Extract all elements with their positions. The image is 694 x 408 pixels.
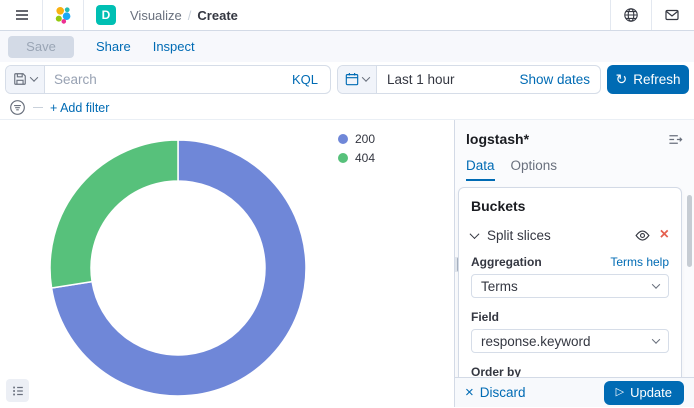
elastic-logo-icon[interactable]: [51, 3, 75, 27]
legend-label-404: 404: [355, 151, 375, 165]
field-value: response.keyword: [481, 334, 591, 349]
chevron-down-icon: [652, 280, 660, 288]
time-range-value[interactable]: Last 1 hour: [377, 66, 509, 93]
tab-options[interactable]: Options: [511, 158, 558, 181]
filter-bar: + Add filter: [0, 96, 694, 120]
panel-header: logstash*: [455, 120, 694, 148]
list-icon: [11, 384, 25, 398]
panel-tabs: Data Options: [455, 148, 694, 181]
chevron-down-icon: [30, 73, 38, 81]
filter-bar-divider: [33, 107, 43, 108]
navbar-divider: [610, 0, 611, 30]
update-button[interactable]: ▷ Update: [604, 381, 684, 405]
show-dates-button[interactable]: Show dates: [509, 66, 600, 93]
quick-select-menu[interactable]: [338, 66, 377, 93]
space-badge[interactable]: D: [96, 5, 116, 25]
date-picker-group: Last 1 hour Show dates: [337, 65, 601, 94]
terms-help-link[interactable]: Terms help: [610, 255, 669, 269]
donut-chart[interactable]: [48, 138, 308, 398]
index-pattern-title: logstash*: [466, 131, 529, 147]
split-slices-accordion[interactable]: Split slices ×: [471, 227, 669, 243]
add-filter-button[interactable]: + Add filter: [50, 101, 109, 115]
filter-icon[interactable]: [8, 99, 26, 117]
field-label: Field: [471, 310, 499, 324]
breadcrumb-create: Create: [197, 8, 237, 23]
calendar-icon: [345, 72, 359, 86]
aggregation-label: Aggregation: [471, 255, 542, 269]
breadcrumb-separator: /: [188, 8, 192, 23]
field-select[interactable]: response.keyword: [471, 329, 669, 353]
remove-bucket-icon[interactable]: ×: [660, 227, 669, 243]
vis-editor-panel: logstash* Data Options Buckets Split sli…: [454, 120, 694, 407]
legend-toggle-button[interactable]: [6, 379, 29, 402]
tab-data[interactable]: Data: [466, 158, 495, 181]
collapse-panel-icon[interactable]: [666, 130, 684, 148]
panel-resize-handle[interactable]: [454, 257, 458, 272]
kql-toggle[interactable]: KQL: [280, 66, 330, 93]
main-content: 200 404: [0, 120, 694, 407]
legend-dot-200: [338, 134, 348, 144]
panel-footer: × Discard ▷ Update: [455, 377, 694, 407]
visualization-area: 200 404: [0, 120, 454, 407]
eye-icon[interactable]: [635, 228, 650, 243]
panel-scrollbar[interactable]: [687, 195, 692, 267]
buckets-card: Buckets Split slices × Aggregation: [458, 187, 682, 407]
refresh-icon: ↻: [615, 72, 627, 86]
globe-icon[interactable]: [619, 3, 643, 27]
breadcrumb: Visualize / Create: [130, 8, 238, 23]
chevron-down-icon: [362, 73, 370, 81]
update-label: Update: [630, 385, 672, 400]
chevron-down-icon: [652, 335, 660, 343]
chevron-down-icon: [470, 229, 480, 239]
visualize-toolbar: Save Share Inspect: [0, 31, 694, 62]
donut-slice-404[interactable]: [50, 140, 178, 288]
aggregation-group: Aggregation Terms help Terms: [471, 255, 669, 298]
kibana-visualize-app: D Visualize / Create Save Share Inspect: [0, 0, 694, 408]
inspect-button[interactable]: Inspect: [153, 39, 195, 54]
chart-legend: 200 404: [338, 132, 375, 165]
saved-query-menu[interactable]: [6, 66, 45, 93]
discard-button[interactable]: × Discard: [465, 385, 526, 400]
navbar-divider: [651, 0, 652, 30]
close-icon: ×: [465, 385, 474, 400]
legend-label-200: 200: [355, 132, 375, 146]
split-slices-label: Split slices: [487, 228, 626, 243]
save-query-icon: [13, 72, 27, 86]
menu-icon[interactable]: [10, 3, 34, 27]
refresh-button[interactable]: ↻ Refresh: [607, 65, 689, 94]
aggregation-value: Terms: [481, 279, 518, 294]
share-button[interactable]: Share: [96, 39, 131, 54]
mail-icon[interactable]: [660, 3, 684, 27]
navbar-divider: [42, 0, 43, 30]
search-input-group: KQL: [5, 65, 331, 94]
save-button[interactable]: Save: [8, 36, 74, 58]
top-navbar: D Visualize / Create: [0, 0, 694, 31]
buckets-title: Buckets: [471, 198, 669, 214]
query-bar: KQL Last 1 hour Show dates ↻ Refresh: [0, 62, 694, 96]
legend-item-200[interactable]: 200: [338, 132, 375, 146]
discard-label: Discard: [480, 385, 526, 400]
breadcrumb-visualize[interactable]: Visualize: [130, 8, 182, 23]
field-group: Field response.keyword: [471, 310, 669, 353]
play-icon: ▷: [616, 387, 624, 398]
aggregation-select[interactable]: Terms: [471, 274, 669, 298]
navbar-divider: [83, 0, 84, 30]
bucket-actions: ×: [635, 227, 669, 243]
legend-item-404[interactable]: 404: [338, 151, 375, 165]
legend-dot-404: [338, 153, 348, 163]
search-input[interactable]: [45, 66, 280, 93]
refresh-label: Refresh: [633, 72, 680, 87]
